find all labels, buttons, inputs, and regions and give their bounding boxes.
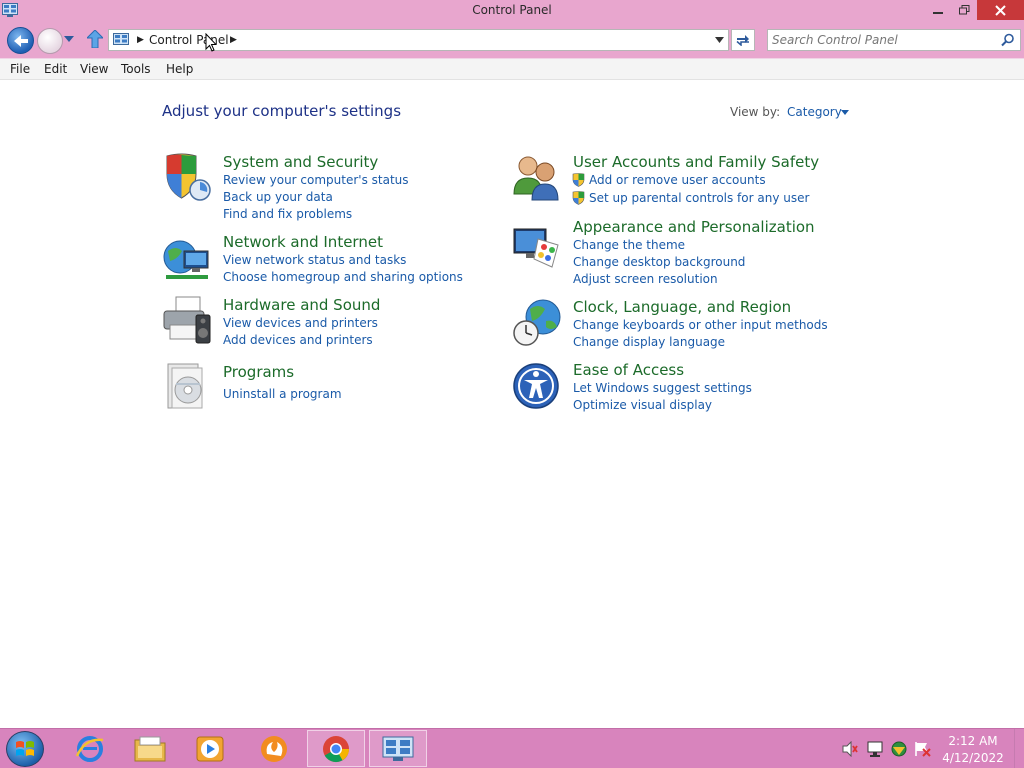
view-by-dropdown[interactable]: Category [787, 105, 842, 119]
search-box[interactable] [767, 29, 1021, 51]
category-appearance[interactable]: Appearance and Personalization [573, 218, 815, 236]
category-ease-of-access[interactable]: Ease of Access [573, 361, 684, 379]
clock-globe-icon[interactable] [512, 297, 562, 347]
title-bar: Control Panel [0, 0, 1024, 22]
link-view-network-status[interactable]: View network status and tasks [223, 253, 406, 267]
up-arrow-icon[interactable] [87, 30, 103, 48]
printer-speaker-icon[interactable] [162, 295, 212, 345]
clock-time[interactable]: 2:12 AM [940, 734, 1006, 748]
link-review-status[interactable]: Review your computer's status [223, 173, 409, 187]
file-explorer-icon [134, 736, 166, 761]
restore-button[interactable] [951, 0, 977, 20]
back-arrow-icon [13, 34, 28, 47]
show-desktop-button[interactable] [1014, 729, 1024, 768]
forward-button[interactable] [37, 28, 63, 54]
action-center-icon[interactable] [890, 741, 908, 757]
navigation-bar: ▶ Control Panel ▶ [0, 22, 1024, 58]
address-bar[interactable]: ▶ Control Panel ▶ [108, 29, 729, 51]
link-screen-resolution[interactable]: Adjust screen resolution [573, 272, 718, 286]
page-heading: Adjust your computer's settings [162, 102, 402, 120]
taskbar-internet-explorer[interactable] [61, 730, 119, 767]
menu-edit[interactable]: Edit [44, 62, 67, 76]
link-display-language[interactable]: Change display language [573, 335, 725, 349]
chrome-icon [323, 735, 350, 762]
category-network-internet[interactable]: Network and Internet [223, 233, 383, 251]
flag-icon[interactable] [914, 741, 932, 757]
link-windows-suggest-settings[interactable]: Let Windows suggest settings [573, 381, 752, 395]
breadcrumb-separator-icon[interactable]: ▶ [230, 35, 237, 45]
search-icon[interactable] [1001, 33, 1015, 47]
category-clock-language-region[interactable]: Clock, Language, and Region [573, 298, 791, 316]
category-hardware-sound[interactable]: Hardware and Sound [223, 296, 380, 314]
link-parental-controls[interactable]: Set up parental controls for any user [589, 191, 809, 205]
link-homegroup-sharing[interactable]: Choose homegroup and sharing options [223, 270, 463, 284]
windows-logo-icon [16, 741, 34, 756]
link-change-keyboards[interactable]: Change keyboards or other input methods [573, 318, 828, 332]
taskbar-file-explorer[interactable] [121, 730, 179, 767]
taskbar-control-panel[interactable] [369, 730, 427, 767]
minimize-button[interactable] [925, 0, 951, 20]
link-view-devices-printers[interactable]: View devices and printers [223, 316, 378, 330]
category-user-accounts[interactable]: User Accounts and Family Safety [573, 153, 819, 171]
taskbar-uc-browser[interactable] [245, 730, 303, 767]
recent-pages-dropdown-icon[interactable] [64, 36, 74, 42]
users-icon[interactable] [512, 152, 562, 202]
uc-browser-icon [261, 735, 287, 762]
volume-muted-icon[interactable] [842, 741, 858, 757]
address-dropdown-icon[interactable] [715, 37, 724, 43]
menu-bar: File Edit View Tools Help [0, 58, 1024, 80]
shield-icon[interactable] [162, 152, 212, 202]
mouse-cursor-icon [205, 33, 217, 52]
clock-date[interactable]: 4/12/2022 [940, 751, 1006, 765]
menu-tools[interactable]: Tools [121, 62, 151, 76]
menu-view[interactable]: View [80, 62, 108, 76]
link-add-devices-printers[interactable]: Add devices and printers [223, 333, 373, 347]
minimize-icon [933, 12, 943, 14]
control-panel-icon [382, 736, 414, 761]
view-by-caret-icon[interactable] [841, 110, 849, 115]
start-button[interactable] [6, 731, 44, 767]
taskbar: 2:12 AM 4/12/2022 [0, 728, 1024, 768]
link-back-up-data[interactable]: Back up your data [223, 190, 333, 204]
breadcrumb-separator-icon[interactable]: ▶ [137, 35, 144, 45]
taskbar-media-player[interactable] [181, 730, 239, 767]
search-input[interactable] [772, 32, 992, 48]
category-system-security[interactable]: System and Security [223, 153, 378, 171]
window-title: Control Panel [472, 3, 552, 17]
uac-shield-icon [572, 191, 585, 205]
refresh-icon [736, 35, 749, 46]
menu-help[interactable]: Help [166, 62, 193, 76]
link-add-remove-accounts[interactable]: Add or remove user accounts [589, 173, 766, 187]
programs-icon[interactable] [162, 362, 212, 412]
internet-explorer-icon [75, 735, 104, 762]
link-uninstall-program[interactable]: Uninstall a program [223, 387, 342, 401]
network-icon[interactable] [866, 741, 884, 757]
uac-shield-icon [572, 173, 585, 187]
taskbar-chrome[interactable] [307, 730, 365, 767]
monitor-palette-icon[interactable] [512, 223, 562, 273]
menu-file[interactable]: File [10, 62, 30, 76]
back-button[interactable] [7, 27, 34, 54]
link-optimize-visual-display[interactable]: Optimize visual display [573, 398, 712, 412]
close-button[interactable] [977, 0, 1024, 20]
view-by-label: View by: [730, 105, 781, 119]
control-panel-icon [113, 33, 129, 45]
media-player-icon [196, 736, 224, 761]
restore-icon [958, 5, 969, 15]
category-programs[interactable]: Programs [223, 363, 294, 381]
link-find-fix-problems[interactable]: Find and fix problems [223, 207, 352, 221]
link-change-theme[interactable]: Change the theme [573, 238, 685, 252]
link-change-background[interactable]: Change desktop background [573, 255, 745, 269]
refresh-button[interactable] [731, 29, 755, 51]
close-icon [995, 4, 1006, 16]
control-panel-content: Adjust your computer's settings View by:… [0, 80, 1024, 728]
globe-network-icon[interactable] [162, 235, 212, 285]
ease-of-access-icon[interactable] [512, 360, 562, 410]
